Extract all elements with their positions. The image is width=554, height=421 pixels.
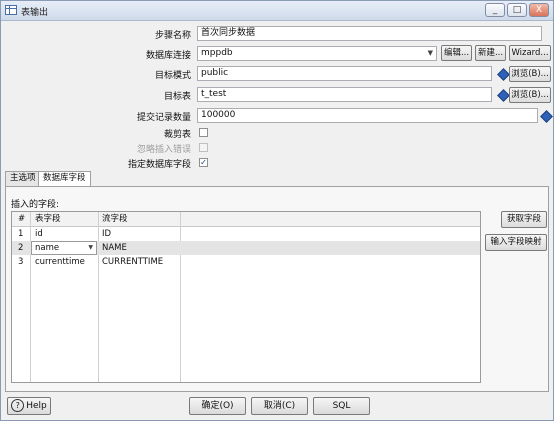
tab-main-options[interactable]: 主选项 — [5, 171, 41, 186]
specify-fields-label: 指定数据库字段 — [127, 160, 191, 170]
help-button[interactable]: ? Help — [7, 397, 51, 415]
table-output-dialog: 表输出 _ □ X 步骤名称 首次同步数据 数据库连接 mppdb ▼ 编辑..… — [0, 0, 554, 421]
insert-fields-label: 插入的字段: — [11, 200, 60, 210]
commit-size-label: 提交记录数量 — [136, 113, 191, 123]
edit-connection-button[interactable]: 编辑... — [441, 45, 472, 61]
close-button[interactable]: X — [529, 3, 549, 17]
table-header: # 表字段 流字段 — [12, 212, 480, 227]
variable-icon — [497, 89, 510, 102]
row-number: 2 — [18, 243, 24, 253]
chevron-down-icon[interactable]: ▼ — [88, 244, 93, 251]
get-fields-button[interactable]: 获取字段 — [501, 211, 547, 228]
ignore-errors-label: 忽略插入错误 — [136, 145, 191, 155]
truncate-label: 裁剪表 — [163, 130, 191, 140]
enter-field-mapping-button[interactable]: 输入字段映射 — [485, 234, 547, 251]
table-row[interactable]: 1 id ID — [12, 227, 480, 241]
cancel-button[interactable]: 取消(C) — [251, 397, 308, 415]
table-field-cell[interactable]: name — [35, 241, 59, 255]
window-title: 表输出 — [21, 8, 49, 18]
table-field-cell[interactable]: currenttime — [35, 255, 85, 269]
help-icon: ? — [11, 399, 25, 412]
tab-database-fields[interactable]: 数据库字段 — [38, 171, 91, 187]
column-header-table-field[interactable]: 表字段 — [35, 212, 61, 226]
help-label: Help — [26, 401, 47, 411]
target-table-input[interactable]: t_test — [197, 87, 492, 102]
row-number: 3 — [18, 257, 24, 267]
ignore-errors-checkbox[interactable] — [199, 143, 208, 152]
table-row[interactable]: 3 currenttime CURRENTTIME — [12, 255, 480, 269]
variable-icon — [497, 68, 510, 81]
connection-select[interactable]: mppdb ▼ — [197, 46, 437, 61]
target-schema-input[interactable]: public — [197, 66, 492, 81]
connection-label: 数据库连接 — [145, 51, 191, 61]
maximize-button[interactable]: □ — [507, 3, 527, 17]
stream-field-cell[interactable]: ID — [102, 227, 111, 241]
wizard-button[interactable]: Wizard... — [509, 45, 551, 61]
stream-field-cell[interactable]: CURRENTTIME — [102, 255, 163, 269]
step-name-input[interactable]: 首次同步数据 — [197, 26, 542, 41]
browse-schema-button[interactable]: 浏览(B)... — [509, 66, 551, 82]
target-table-label: 目标表 — [163, 92, 191, 102]
sql-button[interactable]: SQL — [313, 397, 370, 415]
ok-button[interactable]: 确定(O) — [189, 397, 246, 415]
column-header-stream-field[interactable]: 流字段 — [102, 212, 128, 226]
commit-size-input[interactable]: 100000 — [197, 108, 538, 123]
chevron-down-icon[interactable]: ▼ — [428, 47, 433, 60]
table-output-icon — [5, 5, 17, 15]
truncate-checkbox[interactable] — [199, 128, 208, 137]
variable-icon — [540, 110, 553, 123]
target-schema-label: 目标模式 — [154, 71, 191, 81]
minimize-button[interactable]: _ — [485, 3, 505, 17]
column-header-number: # — [18, 214, 26, 224]
row-number: 1 — [18, 229, 24, 239]
fields-table: # 表字段 流字段 1 id ID 2 name ▼ NAME 3 curren… — [11, 211, 481, 383]
connection-value: mppdb — [201, 48, 233, 58]
step-name-label: 步骤名称 — [154, 31, 191, 41]
table-row[interactable]: 2 name ▼ NAME — [12, 241, 480, 255]
table-field-cell[interactable]: id — [35, 227, 43, 241]
browse-table-button[interactable]: 浏览(B)... — [509, 87, 551, 103]
stream-field-cell[interactable]: NAME — [102, 241, 127, 255]
title-bar: 表输出 _ □ X — [1, 1, 553, 21]
table-field-editor[interactable]: name ▼ — [31, 241, 97, 255]
specify-fields-checkbox[interactable]: ✓ — [199, 158, 208, 167]
new-connection-button[interactable]: 新建... — [475, 45, 506, 61]
